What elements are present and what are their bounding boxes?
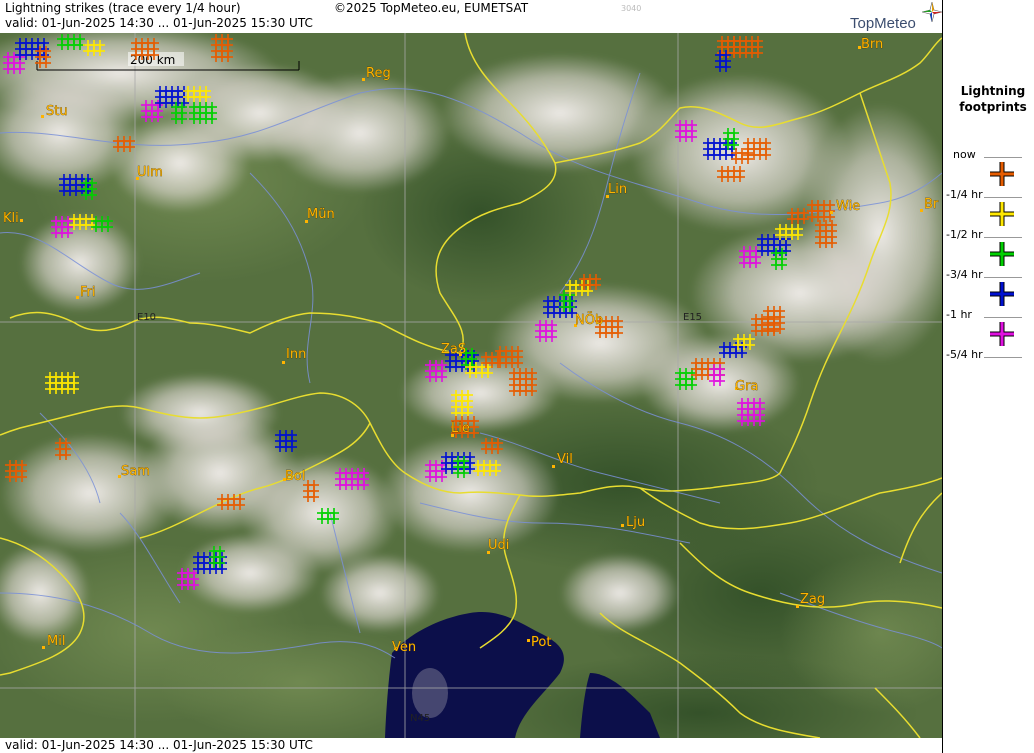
legend-label-q3: -3/4 hr	[946, 268, 983, 281]
legend-divider	[984, 277, 1022, 278]
city-label-kli: Kli	[3, 211, 19, 226]
city-label-nob: NÖb	[575, 311, 603, 328]
city-mun: Mün	[305, 207, 335, 223]
legend-label-q5: -5/4 hr	[946, 348, 983, 361]
city-lin: Lin	[606, 182, 627, 198]
city-label-vil: Vil	[557, 452, 573, 467]
city-reg: Reg	[362, 66, 391, 81]
city-label-sam: Sam	[121, 464, 150, 479]
legend-cross-q2-icon	[990, 242, 1014, 266]
valid-time-top: valid: 01-Jun-2025 14:30 ... 01-Jun-2025…	[5, 16, 313, 30]
legend-divider	[984, 317, 1022, 318]
city-label-lin: Lin	[608, 182, 627, 197]
city-gra: Gra	[735, 379, 759, 395]
legend-panel: Lightning footprints now -1/4 hr -1/2 hr…	[942, 0, 1034, 753]
map-code: 3040	[621, 4, 642, 13]
city-label-inn: Inn	[286, 347, 306, 362]
legend-label-q4: -1 hr	[946, 308, 972, 321]
map-canvas: 200 km E10 E15 N45 Brn Reg Stu Ulm Lin W…	[0, 33, 942, 738]
city-label-zas: ZaS	[441, 342, 466, 357]
logo-text: TopMeteo	[850, 15, 916, 32]
legend-cross-q4-icon	[990, 322, 1014, 346]
city-label-ulm: Ulm	[137, 165, 163, 180]
city-label-zag: Zag	[800, 592, 825, 607]
coord-label-e10: E10	[137, 312, 156, 323]
city-ulm: Ulm	[136, 165, 163, 180]
topmeteo-logo[interactable]: TopMeteo	[850, 2, 942, 32]
valid-time-bottom: valid: 01-Jun-2025 14:30 ... 01-Jun-2025…	[5, 738, 313, 752]
copyright-text: ©2025 TopMeteo.eu, EUMETSAT	[334, 1, 529, 15]
legend-label-q2: -1/2 hr	[946, 228, 983, 241]
city-pot: Pot	[527, 635, 552, 650]
city-inn: Inn	[282, 347, 307, 364]
legend-cross-now-icon	[990, 162, 1014, 186]
city-label-lju: Lju	[626, 515, 645, 530]
legend-cross-q3-icon	[990, 282, 1014, 306]
city-label-bol: Bol	[285, 469, 305, 484]
legend-divider	[984, 357, 1022, 358]
city-label-ven: Ven	[392, 640, 416, 655]
legend-title-line1: Lightning	[960, 84, 1026, 98]
coord-label-n45: N45	[410, 713, 430, 724]
compass-star-icon	[922, 2, 942, 22]
city-udi: Udi	[487, 538, 510, 554]
city-ven: Ven	[392, 640, 417, 656]
city-label-gra: Gra	[735, 379, 758, 394]
legend-divider	[984, 157, 1022, 158]
city-label-wie: Wie	[836, 199, 860, 214]
city-nob: NÖb	[574, 311, 603, 328]
coord-label-e15: E15	[683, 312, 702, 323]
city-label-reg: Reg	[366, 66, 391, 81]
city-bol: Bol	[283, 469, 306, 484]
map-header: Lightning strikes (trace every 1/4 hour)…	[0, 0, 942, 33]
legend-label-now: now	[953, 148, 976, 161]
city-label-mun: Mün	[307, 207, 335, 222]
legend-title: Lightning footprints	[951, 83, 1034, 115]
legend-label-q1: -1/4 hr	[946, 188, 983, 201]
city-sam: Sam	[118, 464, 150, 479]
legend-title-line2: footprints	[959, 100, 1027, 114]
city-label-mil: Mil	[47, 634, 65, 649]
lightning-map[interactable]: 200 km E10 E15 N45 Brn Reg Stu Ulm Lin W…	[0, 33, 942, 738]
map-footer: valid: 01-Jun-2025 14:30 ... 01-Jun-2025…	[0, 738, 942, 753]
city-label-pot: Pot	[531, 635, 551, 650]
city-label-fri: Fri	[80, 285, 96, 300]
city-brn: Brn	[858, 37, 884, 52]
city-label-udi: Udi	[488, 538, 509, 553]
city-lie: Lie	[451, 421, 470, 437]
city-zag: Zag	[796, 592, 825, 608]
legend-divider	[984, 237, 1022, 238]
legend-divider	[984, 197, 1022, 198]
city-label-stu: Stu	[46, 104, 68, 119]
city-zas: ZaS	[441, 342, 467, 358]
legend-cross-q1-icon	[990, 202, 1014, 226]
map-title: Lightning strikes (trace every 1/4 hour)	[5, 1, 241, 15]
city-label-brn: Brn	[861, 37, 883, 52]
city-label-lie: Lie	[451, 421, 470, 436]
city-label-br: Br	[924, 197, 939, 212]
